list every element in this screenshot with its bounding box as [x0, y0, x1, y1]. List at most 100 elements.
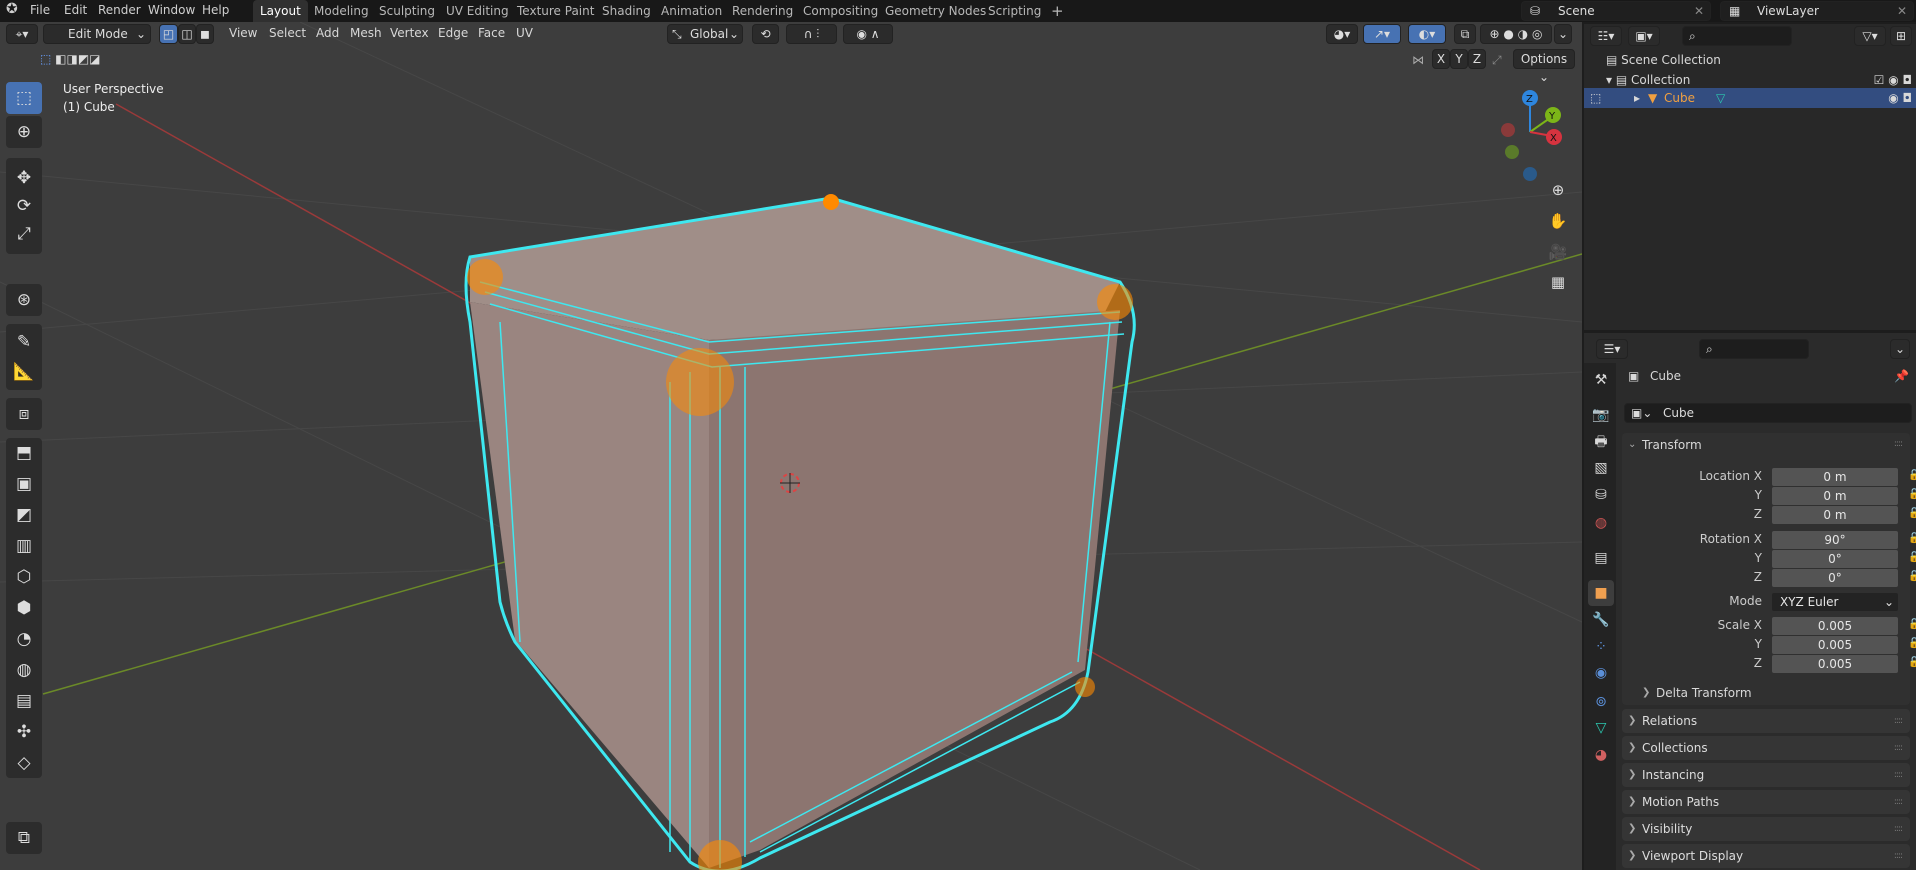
- edit-mode-icon[interactable]: ⬚: [1590, 88, 1601, 108]
- location-z-field[interactable]: 0 m: [1772, 506, 1898, 524]
- menu-window[interactable]: Window: [148, 3, 195, 17]
- delta-transform-subpanel[interactable]: ❯ Delta Transform: [1642, 683, 1752, 703]
- view-layer-selector[interactable]: ViewLayer ▦ ✕: [1720, 1, 1914, 21]
- transform-orientation-dropdown[interactable]: ⤡ Global ⌄: [667, 24, 743, 44]
- tab-view-layer[interactable]: ▧: [1588, 455, 1614, 481]
- cursor-tool[interactable]: ⊕: [6, 116, 42, 148]
- tab-particles[interactable]: ⁘: [1588, 634, 1614, 660]
- tab-material[interactable]: ◕: [1588, 742, 1614, 768]
- shading-modes[interactable]: ⊕ ● ◑ ◎: [1480, 24, 1552, 44]
- tab-rendering[interactable]: Rendering: [725, 0, 800, 22]
- drag-handle-icon[interactable]: ::::: [1894, 844, 1903, 868]
- selection-mode-buttons[interactable]: ⬚ ◧◨◩◪: [40, 50, 136, 70]
- pan-button[interactable]: ✋: [1544, 207, 1572, 235]
- menu-help[interactable]: Help: [202, 3, 229, 17]
- menu-edit[interactable]: Edit: [64, 3, 87, 17]
- tab-scene[interactable]: ⛁: [1588, 482, 1614, 508]
- scale-z-field[interactable]: 0.005: [1772, 655, 1898, 673]
- add-workspace-button[interactable]: +: [1044, 0, 1071, 22]
- instancing-panel[interactable]: ❯ Instancing::::: [1622, 763, 1910, 787]
- location-x-field[interactable]: 0 m: [1772, 468, 1898, 486]
- lock-icon[interactable]: 🔓: [1908, 571, 1916, 582]
- mirror-icon[interactable]: ⋈: [1412, 49, 1424, 71]
- zoom-button[interactable]: ⊕: [1544, 176, 1572, 204]
- cube-mesh[interactable]: [464, 194, 1136, 870]
- menu-render[interactable]: Render: [98, 3, 141, 17]
- menu-add[interactable]: Add: [316, 22, 339, 44]
- scale-y-field[interactable]: 0.005: [1772, 636, 1898, 654]
- tab-constraints[interactable]: ⊚: [1588, 689, 1614, 715]
- navigation-gizmo[interactable]: Z Y X: [1490, 82, 1570, 182]
- close-icon[interactable]: ✕: [1694, 2, 1704, 20]
- tab-tool[interactable]: ⚒: [1588, 367, 1614, 393]
- pin-icon[interactable]: 📌: [1894, 369, 1909, 383]
- menu-face[interactable]: Face: [478, 22, 505, 44]
- annotate-measure-tools[interactable]: ✎ 📐: [6, 324, 42, 390]
- lock-icon[interactable]: 🔓: [1908, 552, 1916, 563]
- transform-header[interactable]: ⌄ Transform: [1622, 433, 1702, 457]
- menu-uv[interactable]: UV: [516, 22, 533, 44]
- display-mode-button[interactable]: ☷▾: [1590, 26, 1622, 46]
- tab-render[interactable]: 📷: [1588, 402, 1614, 428]
- vertex-select-button[interactable]: ◰: [159, 24, 178, 44]
- ortho-toggle-button[interactable]: ▦: [1544, 268, 1572, 296]
- tab-output[interactable]: 🖶: [1588, 430, 1614, 456]
- editor-type-button[interactable]: ☰▾: [1596, 339, 1628, 359]
- tab-animation[interactable]: Animation: [654, 0, 729, 22]
- rip-tool[interactable]: ⧉: [6, 822, 42, 854]
- menu-edge[interactable]: Edge: [438, 22, 468, 44]
- tab-geometry-nodes[interactable]: Geometry Nodes: [878, 0, 993, 22]
- drag-handle-icon[interactable]: ::::: [1894, 439, 1903, 449]
- mesh-data-icon[interactable]: ▽: [1716, 88, 1725, 108]
- edge-select-button[interactable]: ◫: [178, 24, 196, 44]
- options-dropdown[interactable]: ⌄: [1890, 339, 1910, 359]
- editor-type-button[interactable]: ⌖▾: [6, 24, 38, 44]
- lock-icon[interactable]: 🔓: [1908, 489, 1916, 500]
- camera-view-button[interactable]: 🎥: [1544, 238, 1572, 266]
- tab-texture-paint[interactable]: Texture Paint: [510, 0, 601, 22]
- tab-uv-editing[interactable]: UV Editing: [439, 0, 516, 22]
- outliner-item-scene-collection[interactable]: ▤ Scene Collection: [1606, 50, 1721, 70]
- xray-toggle[interactable]: ⧉: [1454, 24, 1476, 44]
- lock-icon[interactable]: 🔓: [1908, 638, 1916, 649]
- menu-select[interactable]: Select: [269, 22, 306, 44]
- drag-handle-icon[interactable]: ::::: [1894, 790, 1903, 814]
- visibility-panel[interactable]: ❯ Visibility::::: [1622, 817, 1910, 841]
- 3d-viewport[interactable]: ⌖▾ Edit Mode ⌄ ◰ ◫ ◼ View Select Add Mesh…: [0, 22, 1582, 870]
- drag-handle-icon[interactable]: ::::: [1894, 763, 1903, 787]
- object-name-field[interactable]: ▣⌄ Cube: [1624, 403, 1912, 423]
- lock-icon[interactable]: 🔓: [1908, 470, 1916, 481]
- add-cube-tool[interactable]: ⧈: [6, 398, 42, 430]
- menu-file[interactable]: File: [30, 3, 50, 17]
- close-icon[interactable]: ✕: [1897, 2, 1907, 20]
- tab-modeling[interactable]: Modeling: [307, 0, 376, 22]
- menu-view[interactable]: View: [229, 22, 257, 44]
- rotation-mode-dropdown[interactable]: XYZ Euler ⌄: [1772, 593, 1898, 611]
- outliner-item-cube[interactable]: ⬚ ▸ ▼ Cube ▽ ◉ ◘: [1584, 88, 1916, 108]
- tab-scripting[interactable]: Scripting: [981, 0, 1048, 22]
- new-collection-button[interactable]: ⊞: [1890, 26, 1912, 46]
- proportional-edit-button[interactable]: ◉ ∧: [843, 24, 893, 44]
- tab-data[interactable]: ▽: [1588, 715, 1614, 741]
- tab-physics[interactable]: ◉: [1588, 660, 1614, 686]
- rotation-y-field[interactable]: 0°: [1772, 550, 1898, 568]
- tab-object[interactable]: ■: [1588, 580, 1614, 606]
- filter-view-button[interactable]: ▣▾: [1628, 26, 1660, 46]
- tab-compositing[interactable]: Compositing: [796, 0, 885, 22]
- viewport-display-panel[interactable]: ❯ Viewport Display::::: [1622, 844, 1910, 868]
- pivot-point-button[interactable]: ⟲: [752, 24, 779, 44]
- visibility-toggles[interactable]: ◉ ◘: [1888, 88, 1912, 108]
- transform-tools[interactable]: ✥ ⟳ ⤢: [6, 158, 42, 254]
- visibility-button[interactable]: ◕▾: [1326, 24, 1358, 44]
- select-box-tool[interactable]: ⬚: [6, 82, 42, 114]
- location-y-field[interactable]: 0 m: [1772, 487, 1898, 505]
- mirror-z-button[interactable]: Z: [1468, 49, 1486, 69]
- mode-dropdown[interactable]: Edit Mode ⌄: [43, 24, 151, 44]
- lock-icon[interactable]: 🔓: [1908, 619, 1916, 630]
- tab-world[interactable]: ◍: [1588, 510, 1614, 536]
- scale-x-field[interactable]: 0.005: [1772, 617, 1898, 635]
- overlay-toggle[interactable]: ◐▾: [1408, 24, 1446, 44]
- lock-icon[interactable]: 🔓: [1908, 657, 1916, 668]
- lock-icon[interactable]: 🔓: [1908, 508, 1916, 519]
- visibility-toggles[interactable]: ☑ ◉ ◘: [1874, 70, 1912, 90]
